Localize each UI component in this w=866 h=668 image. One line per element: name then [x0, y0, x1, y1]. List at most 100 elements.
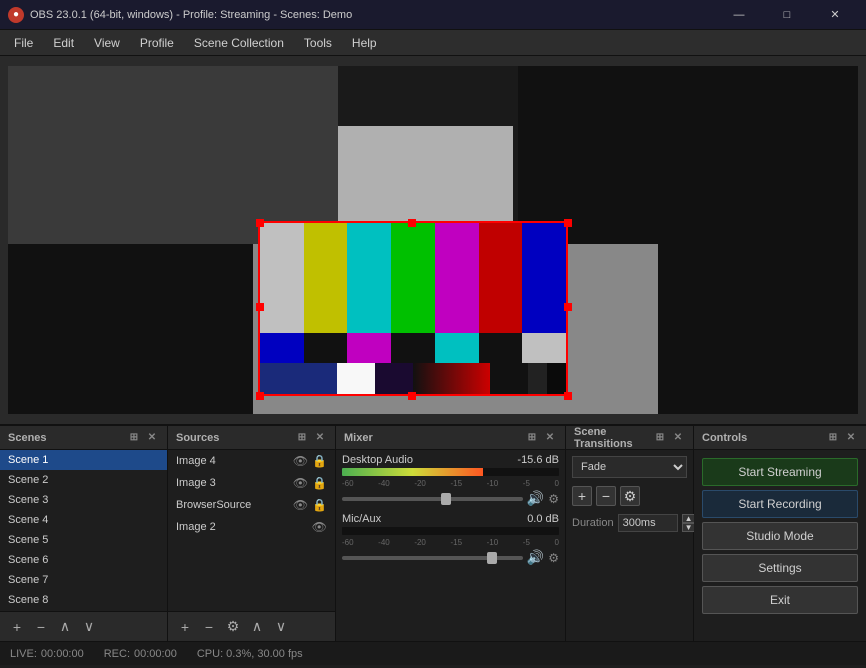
duration-input[interactable] — [618, 514, 678, 532]
smpte-bar-yellow — [304, 223, 348, 333]
transition-select[interactable]: Fade Cut Swipe Slide Stinger — [572, 456, 687, 478]
sources-close-icon[interactable]: ✕ — [313, 431, 327, 445]
sources-add-button[interactable]: + — [176, 618, 194, 636]
live-label: LIVE: — [10, 648, 37, 660]
transition-remove-button[interactable]: − — [596, 486, 616, 506]
mixer-fader-mic-thumb[interactable] — [487, 552, 497, 564]
smpte-bot-gradient — [413, 363, 490, 396]
scenes-up-button[interactable]: ∧ — [56, 618, 74, 636]
sources-up-button[interactable]: ∧ — [248, 618, 266, 636]
menu-edit[interactable]: Edit — [43, 33, 84, 53]
menu-view[interactable]: View — [84, 33, 130, 53]
mixer-fader-mic[interactable] — [342, 556, 523, 560]
source-item-image4[interactable]: Image 4 👁 🔒 — [168, 450, 335, 472]
handle-bottom-left[interactable] — [256, 392, 264, 400]
source-eye-icon-4[interactable]: 👁 — [312, 520, 327, 534]
mixer-track-mic-name: Mic/Aux — [342, 513, 381, 525]
mixer-track-mic: Mic/Aux 0.0 dB -60 -40 -20 -15 -10 -5 0 — [342, 513, 559, 566]
mixer-fader-desktop-thumb[interactable] — [441, 493, 451, 505]
transitions-lock-icon[interactable]: ⊞ — [653, 431, 667, 445]
smpte-mid-6 — [479, 333, 523, 363]
mixer-settings-icon-mic[interactable]: ⚙ — [548, 551, 559, 565]
transition-gear-button[interactable]: ⚙ — [620, 486, 640, 506]
menu-help[interactable]: Help — [342, 33, 387, 53]
sources-down-button[interactable]: ∨ — [272, 618, 290, 636]
scenes-panel: Scenes ⊞ ✕ Scene 1 Scene 2 Scene 3 Scene… — [0, 426, 168, 641]
maximize-button[interactable]: □ — [764, 0, 810, 30]
source-item-image3[interactable]: Image 3 👁 🔒 — [168, 472, 335, 494]
scene-item-7[interactable]: Scene 7 — [0, 570, 167, 590]
scenes-footer: + − ∧ ∨ — [0, 611, 167, 641]
source-lock-icon-3[interactable]: 🔒 — [312, 498, 327, 512]
settings-button[interactable]: Settings — [702, 554, 858, 582]
transitions-panel-title: Scene Transitions — [574, 426, 653, 450]
sources-remove-button[interactable]: − — [200, 618, 218, 636]
scene-item-2[interactable]: Scene 2 — [0, 470, 167, 490]
handle-mid-right[interactable] — [564, 303, 572, 311]
source-lock-icon[interactable]: 🔒 — [312, 454, 327, 468]
preview-block-black-bl — [8, 244, 253, 414]
sources-settings-button[interactable]: ⚙ — [224, 618, 242, 636]
scenes-add-button[interactable]: + — [8, 618, 26, 636]
duration-label: Duration — [572, 517, 614, 529]
close-button[interactable]: ✕ — [812, 0, 858, 30]
scenes-close-icon[interactable]: ✕ — [145, 431, 159, 445]
scene-item-3[interactable]: Scene 3 — [0, 490, 167, 510]
source-lock-icon-2[interactable]: 🔒 — [312, 476, 327, 490]
handle-bottom-mid[interactable] — [408, 392, 416, 400]
minimize-button[interactable]: — — [716, 0, 762, 30]
scene-item-6[interactable]: Scene 6 — [0, 550, 167, 570]
controls-panel: Controls ⊞ ✕ Start Streaming Start Recor… — [694, 426, 866, 641]
start-streaming-button[interactable]: Start Streaming — [702, 458, 858, 486]
source-eye-icon-2[interactable]: 👁 — [293, 476, 308, 490]
mixer-settings-icon-desktop[interactable]: ⚙ — [548, 492, 559, 506]
menu-scene-collection[interactable]: Scene Collection — [184, 33, 294, 53]
controls-lock-icon[interactable]: ⊞ — [826, 431, 840, 445]
studio-mode-button[interactable]: Studio Mode — [702, 522, 858, 550]
menubar: File Edit View Profile Scene Collection … — [0, 30, 866, 56]
menu-tools[interactable]: Tools — [294, 33, 342, 53]
source-item-image3-icons: 👁 🔒 — [293, 476, 327, 490]
exit-button[interactable]: Exit — [702, 586, 858, 614]
source-eye-icon[interactable]: 👁 — [293, 454, 308, 468]
mixer-close-icon[interactable]: ✕ — [543, 431, 557, 445]
menu-file[interactable]: File — [4, 33, 43, 53]
sources-panel: Sources ⊞ ✕ Image 4 👁 🔒 Image 3 👁 🔒 — [168, 426, 336, 641]
preview-block-black-br — [658, 244, 858, 414]
mixer-content: Desktop Audio -15.6 dB -60 -40 -20 -15 -… — [336, 450, 565, 641]
scene-item-5[interactable]: Scene 5 — [0, 530, 167, 550]
handle-mid-left[interactable] — [256, 303, 264, 311]
mixer-vol-icon-mic[interactable]: 🔊 — [527, 549, 544, 566]
handle-bottom-right[interactable] — [564, 392, 572, 400]
smpte-color-bars[interactable] — [258, 221, 568, 396]
scene-item-1[interactable]: Scene 1 — [0, 450, 167, 470]
controls-close-icon[interactable]: ✕ — [844, 431, 858, 445]
scenes-lock-icon[interactable]: ⊞ — [127, 431, 141, 445]
scene-item-8[interactable]: Scene 8 — [0, 590, 167, 610]
handle-top-left[interactable] — [256, 219, 264, 227]
menu-profile[interactable]: Profile — [130, 33, 184, 53]
controls-panel-title: Controls — [702, 432, 826, 444]
mixer-vol-icon-desktop[interactable]: 🔊 — [527, 490, 544, 507]
start-recording-button[interactable]: Start Recording — [702, 490, 858, 518]
source-item-image2[interactable]: Image 2 👁 — [168, 516, 335, 538]
mixer-lock-icon[interactable]: ⊞ — [525, 431, 539, 445]
titlebar: ● OBS 23.0.1 (64-bit, windows) - Profile… — [0, 0, 866, 30]
transitions-close-icon[interactable]: ✕ — [671, 431, 685, 445]
mixer-fader-desktop[interactable] — [342, 497, 523, 501]
scenes-down-button[interactable]: ∨ — [80, 618, 98, 636]
source-item-browser[interactable]: BrowserSource 👁 🔒 — [168, 494, 335, 516]
transition-add-button[interactable]: + — [572, 486, 592, 506]
sources-panel-title: Sources — [176, 432, 295, 444]
titlebar-text: OBS 23.0.1 (64-bit, windows) - Profile: … — [30, 9, 716, 21]
handle-top-mid[interactable] — [408, 219, 416, 227]
mixer-panel-header: Mixer ⊞ ✕ — [336, 426, 565, 450]
sources-footer: + − ⚙ ∧ ∨ — [168, 611, 335, 641]
transitions-panel-header: Scene Transitions ⊞ ✕ — [566, 426, 693, 450]
scenes-remove-button[interactable]: − — [32, 618, 50, 636]
source-eye-icon-3[interactable]: 👁 — [293, 498, 308, 512]
controls-panel-header: Controls ⊞ ✕ — [694, 426, 866, 450]
sources-lock-icon[interactable]: ⊞ — [295, 431, 309, 445]
scene-item-4[interactable]: Scene 4 — [0, 510, 167, 530]
handle-top-right[interactable] — [564, 219, 572, 227]
